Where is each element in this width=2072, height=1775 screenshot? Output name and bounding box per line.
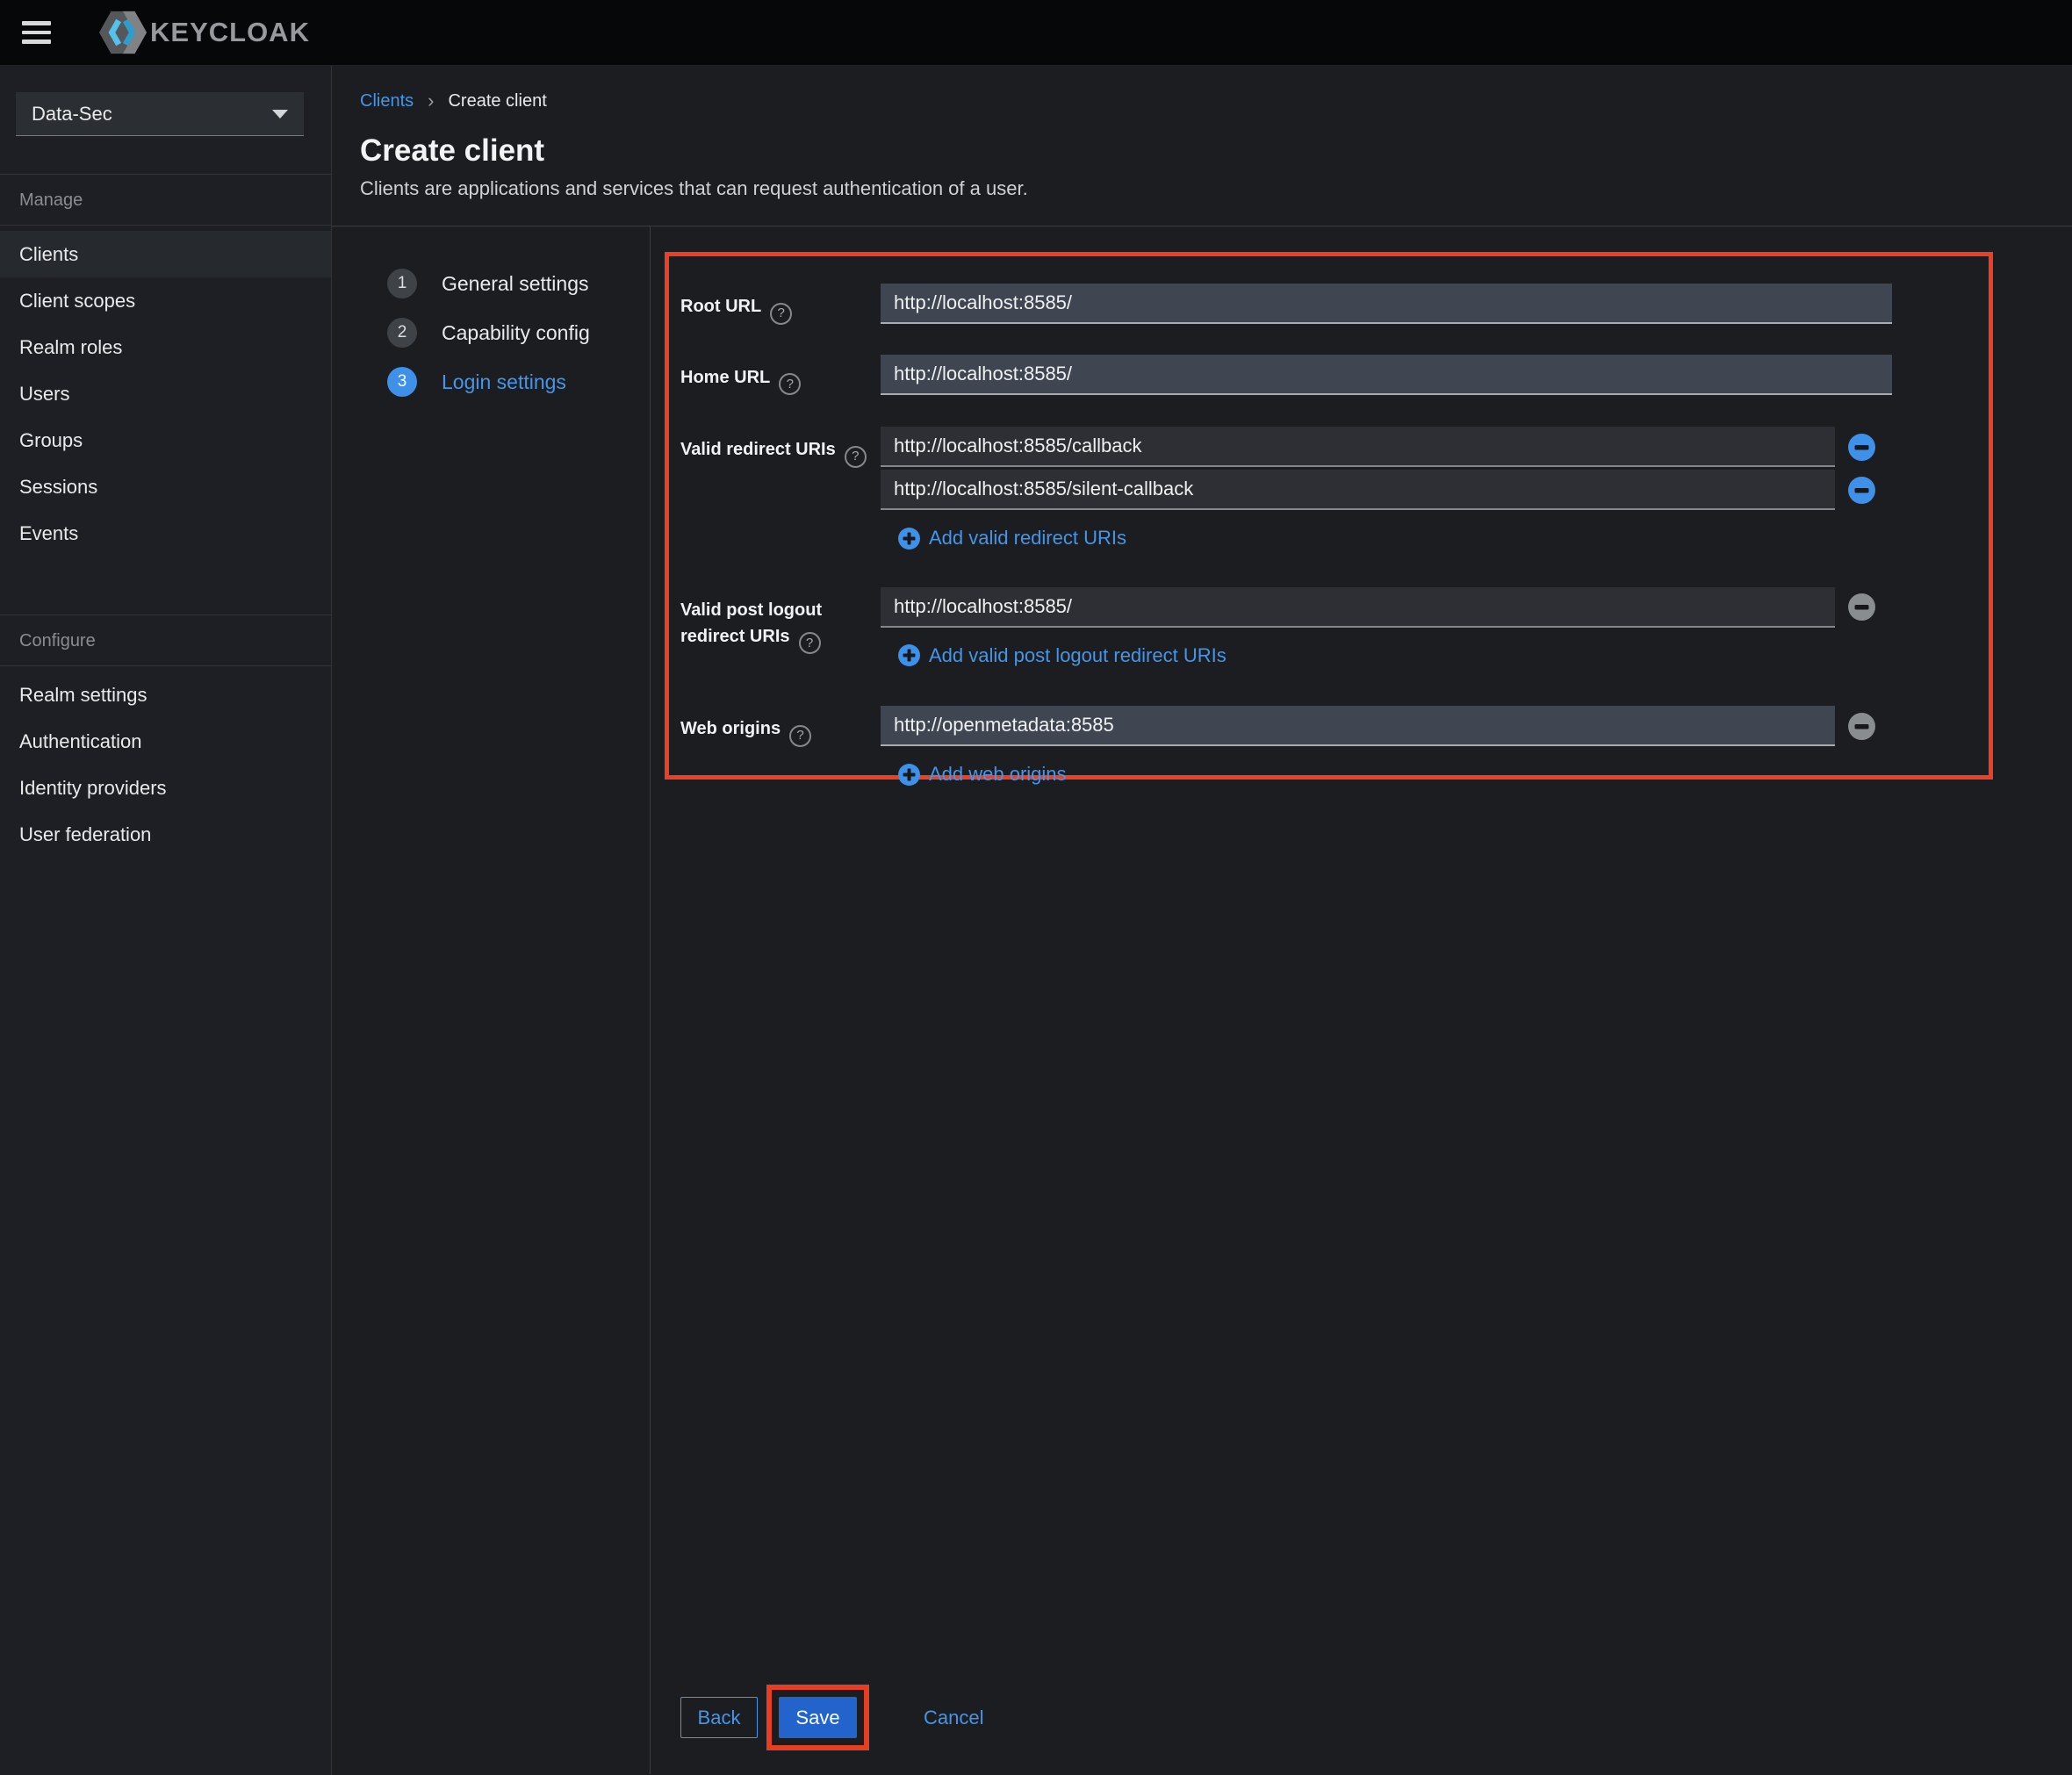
wizard-content: Root URL? Home URL? xyxy=(651,226,2072,1774)
top-bar: KEYCLOAK xyxy=(0,0,2072,66)
keycloak-logo: KEYCLOAK xyxy=(97,10,310,55)
save-button[interactable]: Save xyxy=(779,1697,857,1738)
sidebar-item-user-federation[interactable]: User federation xyxy=(0,811,331,858)
manage-section-label: Manage xyxy=(0,174,331,226)
minus-circle-icon xyxy=(1848,593,1875,621)
remove-web-origin-button[interactable] xyxy=(1848,712,1875,740)
help-icon[interactable]: ? xyxy=(779,373,802,395)
step-number-badge: 3 xyxy=(387,367,417,397)
sidebar-item-identity-providers[interactable]: Identity providers xyxy=(0,765,331,811)
plus-circle-icon xyxy=(898,763,920,786)
page-subtitle: Clients are applications and services th… xyxy=(360,177,1028,199)
chevron-down-icon xyxy=(272,109,288,119)
sidebar-item-users[interactable]: Users xyxy=(0,370,331,417)
home-url-label: Home URL? xyxy=(680,355,881,395)
brand-text: KEYCLOAK xyxy=(150,17,310,47)
home-url-row: Home URL? xyxy=(680,354,1989,395)
realm-name: Data-Sec xyxy=(32,102,112,125)
sidebar-item-clients[interactable]: Clients xyxy=(0,231,331,277)
help-icon[interactable]: ? xyxy=(770,302,793,325)
redirect-uri-input-1[interactable] xyxy=(881,427,1835,467)
remove-post-logout-uri-button[interactable] xyxy=(1848,593,1875,621)
wizard-step-general-settings[interactable]: 1 General settings xyxy=(332,269,650,298)
sidebar-item-groups[interactable]: Groups xyxy=(0,417,331,464)
back-button[interactable]: Back xyxy=(680,1697,758,1738)
sidebar: Data-Sec Manage Clients Client scopes Re… xyxy=(0,66,332,1775)
sidebar-item-authentication[interactable]: Authentication xyxy=(0,718,331,765)
realm-selector[interactable]: Data-Sec xyxy=(16,92,304,136)
sidebar-item-realm-roles[interactable]: Realm roles xyxy=(0,324,331,370)
home-url-input[interactable] xyxy=(881,354,1892,395)
add-web-origins-button[interactable]: Add web origins xyxy=(898,763,1067,786)
web-origins-label: Web origins? xyxy=(680,706,881,790)
valid-redirect-uris-row: Valid redirect URIs? http://localhost:85… xyxy=(680,427,1989,554)
help-icon[interactable]: ? xyxy=(844,445,867,468)
page-header: Clients › Create client Create client Cl… xyxy=(332,66,2072,226)
configure-section-label: Configure xyxy=(0,614,331,666)
cancel-button[interactable]: Cancel xyxy=(924,1707,983,1729)
post-logout-label: Valid post logout redirect URIs? xyxy=(680,587,881,672)
menu-icon[interactable] xyxy=(22,15,62,50)
configure-nav-list: Realm settings Authentication Identity p… xyxy=(0,666,331,863)
minus-circle-icon xyxy=(1848,433,1875,461)
step-number-badge: 1 xyxy=(387,269,417,298)
step-number-badge: 2 xyxy=(387,318,417,348)
web-origins-row: Web origins? http://openmetadata:8585 Ad… xyxy=(680,706,1989,790)
main-content: Clients › Create client Create client Cl… xyxy=(332,66,2072,1775)
minus-circle-icon xyxy=(1848,712,1875,740)
plus-circle-icon xyxy=(898,644,920,666)
save-highlight-box: Save xyxy=(766,1685,869,1750)
redirect-uri-input-2[interactable] xyxy=(881,470,1835,510)
remove-redirect-uri-2-button[interactable] xyxy=(1848,476,1875,504)
sidebar-item-client-scopes[interactable]: Client scopes xyxy=(0,277,331,324)
root-url-row: Root URL? xyxy=(680,284,1989,325)
sidebar-item-sessions[interactable]: Sessions xyxy=(0,464,331,510)
minus-circle-icon xyxy=(1848,476,1875,504)
wizard-step-capability-config[interactable]: 2 Capability config xyxy=(332,318,650,348)
step-label: Capability config xyxy=(442,320,590,344)
valid-redirect-uris-label: Valid redirect URIs? xyxy=(680,427,881,554)
manage-nav-list: Clients Client scopes Realm roles Users … xyxy=(0,226,331,562)
breadcrumb-current: Create client xyxy=(448,90,547,111)
root-url-label: Root URL? xyxy=(680,284,881,325)
remove-redirect-uri-1-button[interactable] xyxy=(1848,433,1875,461)
help-icon[interactable]: ? xyxy=(798,632,821,654)
post-logout-redirect-uris-row: Valid post logout redirect URIs? http://… xyxy=(680,586,1989,672)
add-valid-redirect-uris-button[interactable]: Add valid redirect URIs xyxy=(898,527,1126,550)
step-label: General settings xyxy=(442,271,589,295)
breadcrumb-separator-icon: › xyxy=(428,90,435,111)
sidebar-item-events[interactable]: Events xyxy=(0,510,331,557)
breadcrumb-clients-link[interactable]: Clients xyxy=(360,91,414,111)
page-title: Create client xyxy=(360,133,545,168)
step-label: Login settings xyxy=(442,370,566,393)
keycloak-logo-icon xyxy=(98,11,147,54)
wizard-footer: Back Save Cancel xyxy=(680,1685,983,1750)
sidebar-item-realm-settings[interactable]: Realm settings xyxy=(0,672,331,718)
plus-circle-icon xyxy=(898,527,920,550)
wizard-steps-nav: 1 General settings 2 Capability config 3… xyxy=(332,226,651,1774)
root-url-input[interactable] xyxy=(881,284,1892,324)
add-post-logout-uris-button[interactable]: Add valid post logout redirect URIs xyxy=(898,644,1227,667)
post-logout-uri-input[interactable] xyxy=(881,586,1835,628)
wizard-step-login-settings[interactable]: 3 Login settings xyxy=(332,367,650,397)
web-origins-input[interactable] xyxy=(881,706,1835,746)
help-icon[interactable]: ? xyxy=(789,724,812,747)
highlight-box: Root URL? Home URL? xyxy=(665,252,1993,786)
breadcrumb: Clients › Create client xyxy=(360,90,2072,112)
wizard: 1 General settings 2 Capability config 3… xyxy=(332,226,2072,1774)
